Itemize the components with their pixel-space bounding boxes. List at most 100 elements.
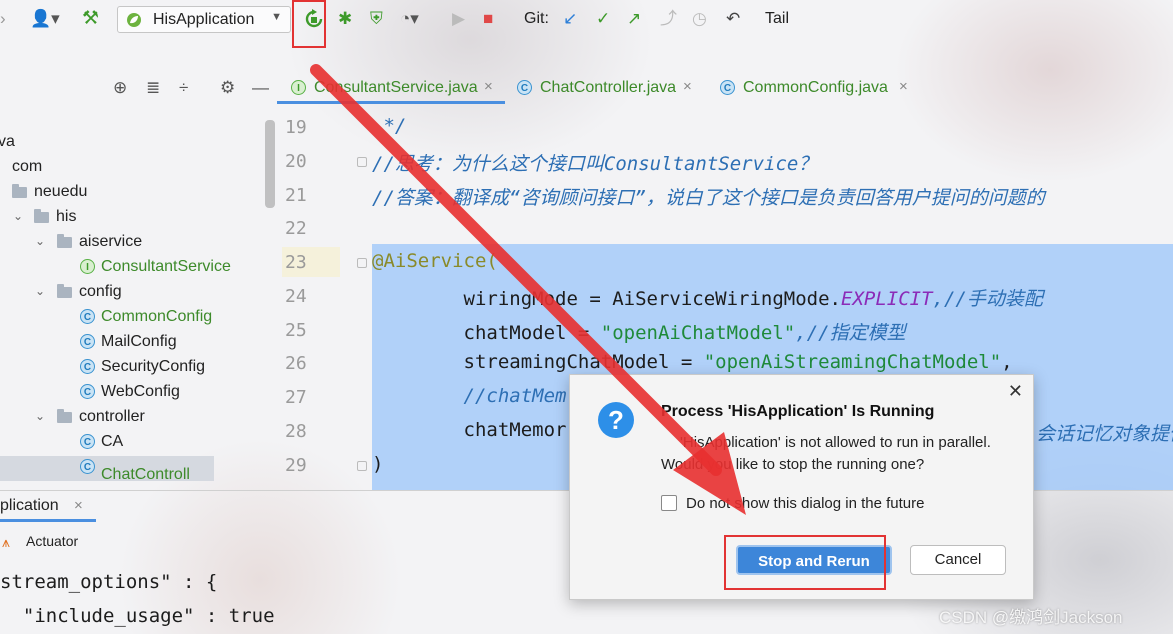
tree-item-label: va: [0, 133, 15, 150]
class-icon: C: [720, 80, 735, 95]
spring-leaf-icon: [127, 13, 141, 27]
tab-common-config[interactable]: C CommonConfig.java ×: [706, 72, 908, 104]
tree-item-label: ChatControll: [101, 466, 190, 483]
tree-item-label: CA: [101, 433, 124, 450]
run-icon[interactable]: ▶: [452, 9, 465, 29]
user-icon[interactable]: 👤▾: [30, 9, 60, 29]
collapse-all-icon[interactable]: ÷: [179, 78, 188, 98]
project-tree: va com neuedu ⌄ his ⌄ aiservice I Consul…: [0, 113, 266, 488]
tab-chat-controller[interactable]: C ChatController.java ×: [503, 72, 703, 104]
class-icon: C: [80, 309, 95, 324]
line-number: 25: [285, 320, 307, 341]
dont-show-again-label[interactable]: Do not show this dialog in the future: [686, 495, 924, 512]
code-token: "openAiChatModel": [600, 322, 796, 344]
code-line-29[interactable]: ): [372, 453, 383, 475]
code-line-24[interactable]: wiringMode = AiServiceWiringMode.EXPLICI…: [372, 284, 1043, 311]
tab-consultant-service[interactable]: I ConsultantService.java ×: [277, 72, 505, 104]
fold-marker-icon[interactable]: [357, 258, 367, 268]
cancel-button[interactable]: Cancel: [910, 545, 1006, 575]
gear-icon[interactable]: ⚙: [220, 78, 235, 98]
coverage-icon[interactable]: ⛨: [370, 9, 383, 29]
code-line-20[interactable]: //思考：为什么这个接口叫ConsultantService？: [372, 149, 817, 176]
actuator-tab[interactable]: Actuator: [26, 533, 78, 549]
close-icon[interactable]: ✕: [1008, 381, 1023, 402]
line-number: 24: [285, 286, 307, 307]
tree-item-label: SecurityConfig: [101, 358, 206, 375]
console-line: "include_usage" : true: [0, 605, 275, 627]
interface-icon: I: [80, 259, 95, 274]
tab-label: ChatController.java: [540, 79, 677, 96]
rollback-icon[interactable]: ↶: [726, 9, 740, 29]
code-line-25[interactable]: chatModel = "openAiChatModel",//指定模型: [372, 318, 906, 345]
dialog-title: Process 'HisApplication' Is Running: [661, 403, 935, 420]
debug-icon[interactable]: ✱: [338, 9, 352, 29]
console-line: stream_options" : {: [0, 571, 218, 593]
git-update-icon[interactable]: ↙: [563, 9, 577, 29]
fold-marker-icon[interactable]: [357, 461, 367, 471]
code-line-27[interactable]: //chatMem: [372, 385, 567, 407]
close-icon[interactable]: ×: [683, 78, 692, 95]
project-scrollbar[interactable]: [265, 120, 275, 208]
code-token: wiringMode = AiServiceWiringMode.: [372, 288, 842, 310]
line-number: 19: [285, 117, 307, 138]
watermark: CSDN @缴鸿剑Jackson: [939, 608, 1123, 627]
tree-item[interactable]: C ChatControll: [0, 456, 214, 483]
code-line-26[interactable]: streamingChatModel = "openAiStreamingCha…: [372, 351, 1013, 373]
run-configuration-select[interactable]: HisApplication ▼: [117, 6, 291, 33]
stop-rerun-highlight-box: [724, 535, 886, 590]
git-merge-icon[interactable]: ⤴: [660, 9, 677, 29]
question-icon: ?: [598, 402, 634, 438]
chevron-down-icon[interactable]: ⌄: [35, 284, 45, 298]
chevron-down-icon[interactable]: ⌄: [35, 234, 45, 248]
folder-icon: [12, 184, 27, 198]
code-token: ,: [1001, 351, 1013, 373]
main-toolbar: › 👤▾ ⚒ HisApplication ▼ ✱ ⛨ ◔▾ ▶ ■ Git: …: [0, 0, 1173, 48]
tree-item-label: neuedu: [34, 183, 88, 200]
folder-icon: [57, 409, 72, 423]
code-line-28[interactable]: chatMemor: [372, 419, 567, 441]
dialog-message-line-1: 'HisApplication' is not allowed to run i…: [680, 434, 991, 451]
close-icon[interactable]: ×: [74, 497, 83, 514]
dont-show-again-checkbox[interactable]: [661, 495, 677, 511]
code-line-23[interactable]: @AiService(: [372, 250, 498, 272]
tab-label: ConsultantService.java: [314, 79, 478, 96]
tree-item-label: MailConfig: [101, 333, 177, 350]
actuator-icon: ⩚: [2, 534, 10, 550]
expand-all-icon[interactable]: ≣: [146, 78, 160, 98]
chevron-down-icon[interactable]: ⌄: [13, 209, 23, 223]
line-number: 20: [285, 151, 307, 172]
git-commit-icon[interactable]: ✓: [596, 9, 610, 29]
git-label: Git:: [524, 10, 549, 27]
close-icon[interactable]: ×: [484, 78, 493, 95]
fold-marker-icon[interactable]: [357, 157, 367, 167]
class-icon: C: [80, 359, 95, 374]
locate-icon[interactable]: ⊕: [113, 78, 127, 98]
hammer-icon[interactable]: ⚒: [82, 9, 99, 29]
rerun-highlight-box: [292, 0, 326, 48]
history-icon[interactable]: ◷: [692, 9, 707, 29]
tail-label[interactable]: Tail: [765, 10, 789, 28]
editor-tabs: I ConsultantService.java × C ChatControl…: [277, 72, 1173, 104]
line-number: 29: [285, 455, 307, 476]
code-line-21[interactable]: //答案：翻译成“咨询顾问接口”，说白了这个接口是负责回答用户提问的问题的: [372, 183, 1045, 210]
tree-item-label: aiservice: [79, 233, 143, 250]
code-token: "openAiStreamingChatModel": [703, 351, 1002, 373]
close-icon[interactable]: ×: [899, 78, 908, 95]
tab-label: CommonConfig.java: [743, 79, 888, 96]
line-number: 26: [285, 353, 307, 374]
run-configuration-name: HisApplication: [153, 11, 255, 28]
minimize-icon[interactable]: —: [252, 78, 269, 98]
folder-icon: [57, 284, 72, 298]
stop-icon[interactable]: ■: [483, 9, 493, 29]
code-line-19[interactable]: */: [372, 115, 406, 137]
tree-item-label: ConsultantService: [101, 258, 231, 275]
folder-icon: [34, 209, 49, 223]
dialog-message-line-2: Would you like to stop the running one?: [661, 456, 925, 473]
git-push-icon[interactable]: ↗: [627, 9, 641, 29]
chevron-down-icon[interactable]: ⌄: [35, 409, 45, 423]
profile-icon[interactable]: ◔▾: [400, 9, 419, 29]
tree-item-label: WebConfig: [101, 383, 180, 400]
nav-back-icon[interactable]: ›: [0, 9, 6, 29]
line-number: 28: [285, 421, 307, 442]
run-tab-his-application[interactable]: plication: [0, 497, 59, 515]
